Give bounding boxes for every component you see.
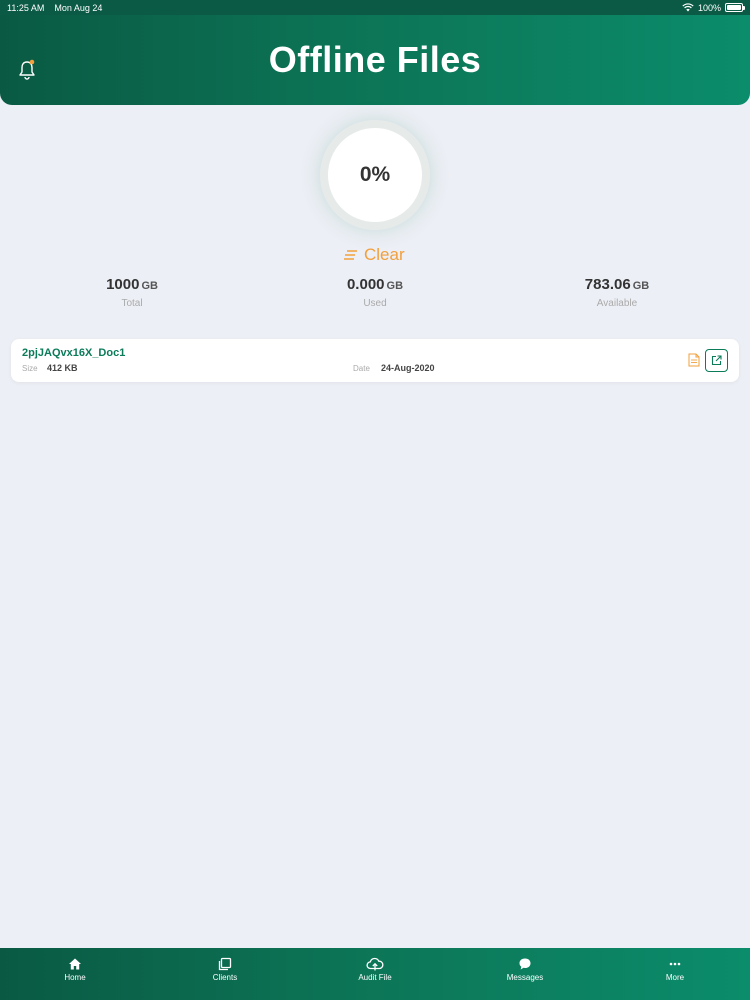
bell-icon[interactable] bbox=[17, 59, 37, 81]
tab-clients-label: Clients bbox=[212, 973, 238, 982]
status-bar: 11:25 AM Mon Aug 24 100% bbox=[0, 0, 750, 15]
stat-available-value: 783.06 bbox=[584, 276, 631, 293]
stat-total-value: 1000 bbox=[106, 276, 140, 293]
document-icon bbox=[688, 353, 700, 367]
page-title: Offline Files bbox=[268, 39, 482, 80]
stat-used-label: Used bbox=[363, 298, 387, 309]
status-time: 11:25 AM bbox=[7, 2, 45, 13]
tab-clients[interactable]: Clients bbox=[150, 948, 300, 1000]
wifi-icon bbox=[682, 3, 694, 12]
clients-icon bbox=[218, 957, 232, 971]
file-date-value: 24-Aug-2020 bbox=[381, 363, 435, 373]
battery-percent: 100% bbox=[697, 2, 721, 13]
tab-audit-file-label: Audit File bbox=[358, 973, 392, 982]
open-external-button[interactable] bbox=[705, 349, 728, 372]
file-date-label: Date bbox=[353, 364, 370, 373]
stat-available-unit: GB bbox=[632, 280, 650, 292]
battery-icon bbox=[725, 3, 745, 12]
tab-home[interactable]: Home bbox=[0, 948, 150, 1000]
tab-more-label: More bbox=[665, 973, 685, 982]
stat-used: 0.000 GB Used bbox=[295, 276, 455, 309]
open-external-icon bbox=[711, 355, 722, 366]
stat-total-unit: GB bbox=[141, 280, 158, 292]
tab-messages-label: Messages bbox=[506, 973, 544, 982]
stat-used-unit: GB bbox=[386, 280, 404, 292]
storage-progress-label: 0% bbox=[328, 128, 422, 222]
tab-messages[interactable]: Messages bbox=[450, 948, 600, 1000]
stat-available-label: Available bbox=[596, 298, 638, 309]
tab-audit-file[interactable]: Audit File bbox=[300, 948, 450, 1000]
tab-home-label: Home bbox=[64, 973, 86, 982]
bottom-tab-bar: Home Clients Audit File Messages More bbox=[0, 948, 750, 1000]
clear-label: Clear bbox=[364, 245, 405, 264]
file-size-value: 412 KB bbox=[47, 363, 78, 373]
app-header: Offline Files bbox=[0, 15, 750, 105]
home-icon bbox=[69, 958, 81, 970]
file-name: 2pjJAQvx16X_Doc1 bbox=[22, 347, 126, 359]
stat-total-label: Total bbox=[121, 298, 143, 309]
chat-icon bbox=[519, 958, 531, 970]
file-list-item[interactable]: 2pjJAQvx16X_Doc1 Size 412 KB Date 24-Aug… bbox=[11, 339, 739, 382]
clear-button[interactable]: Clear bbox=[344, 244, 405, 266]
stat-total: 1000 GB Total bbox=[52, 276, 212, 309]
stat-available: 783.06 GB Available bbox=[537, 276, 697, 309]
tab-more[interactable]: More bbox=[600, 948, 750, 1000]
more-icon bbox=[669, 962, 681, 966]
stat-used-value: 0.000 bbox=[346, 276, 385, 293]
file-size-label: Size bbox=[22, 364, 38, 373]
cloud-upload-icon bbox=[366, 957, 384, 971]
status-date: Mon Aug 24 bbox=[54, 2, 103, 13]
clear-lines-icon bbox=[344, 250, 357, 260]
storage-progress-ring: 0% bbox=[320, 120, 430, 230]
